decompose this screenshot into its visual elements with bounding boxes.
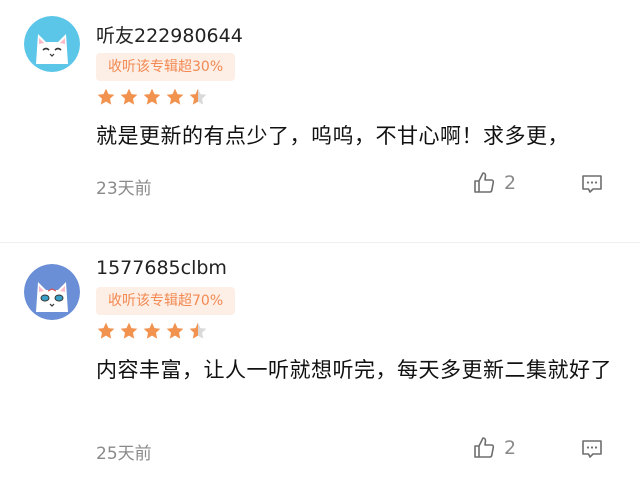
- blue-cat-avatar-icon: [24, 264, 80, 320]
- star-full-icon: [97, 322, 115, 339]
- listen-progress-badge: 收听该专辑超30%: [96, 53, 236, 81]
- comment-text: 内容丰富，让人一听就想听完，每天多更新二集就好了: [96, 358, 612, 382]
- star-full-icon: [120, 322, 138, 339]
- like-count: 2: [504, 172, 517, 194]
- white-cat-avatar-icon: [24, 16, 80, 72]
- comment-icon: [582, 440, 602, 458]
- comment-item: 听友222980644 收听该专辑超30% 就是更新的有点少了，呜呜，不甘心啊！…: [0, 0, 640, 242]
- star-full-icon: [120, 88, 138, 105]
- user-avatar[interactable]: [24, 264, 80, 320]
- comment-time: 25天前: [96, 444, 152, 464]
- thumbs-up-icon: [474, 172, 495, 193]
- reply-button[interactable]: [580, 437, 604, 461]
- like-button[interactable]: 2: [472, 436, 516, 460]
- username[interactable]: 1577685clbm: [96, 257, 227, 279]
- username[interactable]: 听友222980644: [96, 21, 243, 48]
- reply-button[interactable]: [580, 172, 604, 196]
- star-rating: [96, 321, 208, 341]
- like-button[interactable]: 2: [472, 171, 516, 195]
- star-full-icon: [166, 88, 184, 105]
- star-half-icon: [189, 88, 207, 105]
- thumbs-up-icon: [474, 437, 495, 458]
- star-full-icon: [143, 322, 161, 339]
- star-half-icon: [189, 322, 207, 339]
- star-rating: [96, 87, 208, 107]
- star-full-icon: [143, 88, 161, 105]
- comment-time: 23天前: [96, 179, 152, 199]
- star-full-icon: [97, 88, 115, 105]
- comment-icon: [582, 175, 602, 193]
- star-full-icon: [166, 322, 184, 339]
- user-avatar[interactable]: [24, 16, 80, 72]
- listen-progress-badge: 收听该专辑超70%: [96, 287, 236, 315]
- comment-text: 就是更新的有点少了，呜呜，不甘心啊！求多更，: [96, 124, 569, 148]
- like-count: 2: [504, 437, 517, 459]
- comment-item: 1577685clbm 收听该专辑超70% 内容丰富，让人一听就想听完，每天多更…: [0, 242, 640, 485]
